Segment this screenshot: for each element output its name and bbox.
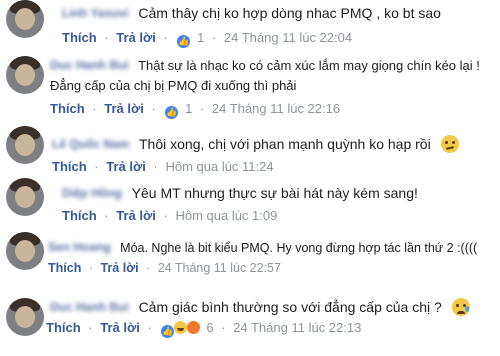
crying-emoji-icon: [451, 298, 470, 316]
timestamp[interactable]: 24 Tháng 11 lúc 22:04: [224, 30, 352, 45]
comment-text: Cảm giác bình thường so với đẳng cấp của…: [138, 299, 442, 315]
comment-author[interactable]: Duc Hanh Bui: [50, 300, 129, 314]
comment-author[interactable]: Sen Hoang: [48, 240, 111, 254]
timestamp[interactable]: 24 Tháng 11 lúc 22:16: [212, 101, 340, 116]
timestamp[interactable]: 24 Tháng 11 lúc 22:13: [233, 320, 361, 335]
like-button[interactable]: Thích: [46, 320, 81, 335]
like-button[interactable]: Thích: [48, 261, 81, 275]
comment-1: Linh Yasuvi Cảm thây chị ko hợp dòng nha…: [0, 0, 500, 52]
like-reaction-icon[interactable]: 👍: [177, 35, 191, 48]
comment-text: Thôi xong, chị với phan mạnh quỳnh ko hạ…: [139, 136, 431, 152]
like-button[interactable]: Thích: [52, 159, 87, 174]
avatar[interactable]: [6, 56, 44, 94]
timestamp[interactable]: Hôm qua lúc 1:09: [175, 208, 277, 223]
avatar[interactable]: [6, 232, 44, 270]
comment-text: Móa. Nghe là bit kiểu PMQ. Hy vong đừng …: [120, 241, 478, 255]
reply-button[interactable]: Trả lời: [116, 208, 156, 223]
comment-5: Sen Hoang Móa. Nghe là bit kiểu PMQ. Hy …: [0, 232, 500, 284]
angry-reaction-icon[interactable]: [186, 321, 200, 334]
like-reaction-icon[interactable]: 👍: [165, 106, 179, 119]
comment-2: Duc Hanh Bui Thật sự là nhạc ko có cảm x…: [0, 52, 500, 122]
comment-3: Lê Quốc Nam Thôi xong, chị với phan mạnh…: [0, 126, 500, 178]
avatar[interactable]: [6, 178, 44, 216]
avatar[interactable]: [6, 298, 44, 336]
like-button[interactable]: Thích: [50, 101, 85, 116]
reaction-count[interactable]: 1: [197, 30, 204, 45]
like-button[interactable]: Thích: [62, 208, 97, 223]
comment-4: Diệp Hồng Yêu MT nhưng thực sự bài hát n…: [0, 176, 500, 228]
reply-button[interactable]: Trả lời: [116, 30, 156, 45]
reaction-count[interactable]: 1: [185, 101, 192, 116]
reaction-count[interactable]: 6: [206, 320, 213, 335]
timestamp[interactable]: Hôm qua lúc 11:24: [165, 159, 273, 174]
timestamp[interactable]: 24 Tháng 11 lúc 22:57: [158, 261, 281, 275]
like-reaction-icon[interactable]: 👍: [161, 325, 175, 338]
confused-emoji-icon: [440, 135, 459, 153]
avatar[interactable]: [6, 0, 44, 38]
reply-button[interactable]: Trả lời: [100, 320, 140, 335]
comment-text: Yêu MT nhưng thực sự bài hát này kém san…: [131, 185, 418, 201]
comment-author[interactable]: Duc Hanh Bui: [50, 58, 129, 72]
avatar[interactable]: [6, 126, 44, 164]
reply-button[interactable]: Trả lời: [100, 261, 138, 275]
haha-reaction-icon[interactable]: [174, 321, 188, 334]
comment-text-line-2: Đẳng cấp của chị bị PMQ đi xuống thì phả…: [50, 78, 297, 93]
comment-author[interactable]: Lê Quốc Nam: [52, 137, 129, 151]
comment-author[interactable]: Diệp Hồng: [62, 186, 122, 200]
comment-text: Cảm thây chị ko hợp dòng nhac PMQ , ko b…: [138, 5, 441, 21]
like-button[interactable]: Thích: [62, 30, 97, 45]
reply-button[interactable]: Trả lời: [106, 159, 146, 174]
comment-text-line-1: Thật sự là nhạc ko có cảm xúc lắm may gi…: [138, 58, 480, 73]
comment-author[interactable]: Linh Yasuvi: [62, 6, 128, 20]
reply-button[interactable]: Trả lời: [104, 101, 144, 116]
comment-6: Duc Hanh Bui Cảm giác bình thường so với…: [0, 290, 500, 356]
